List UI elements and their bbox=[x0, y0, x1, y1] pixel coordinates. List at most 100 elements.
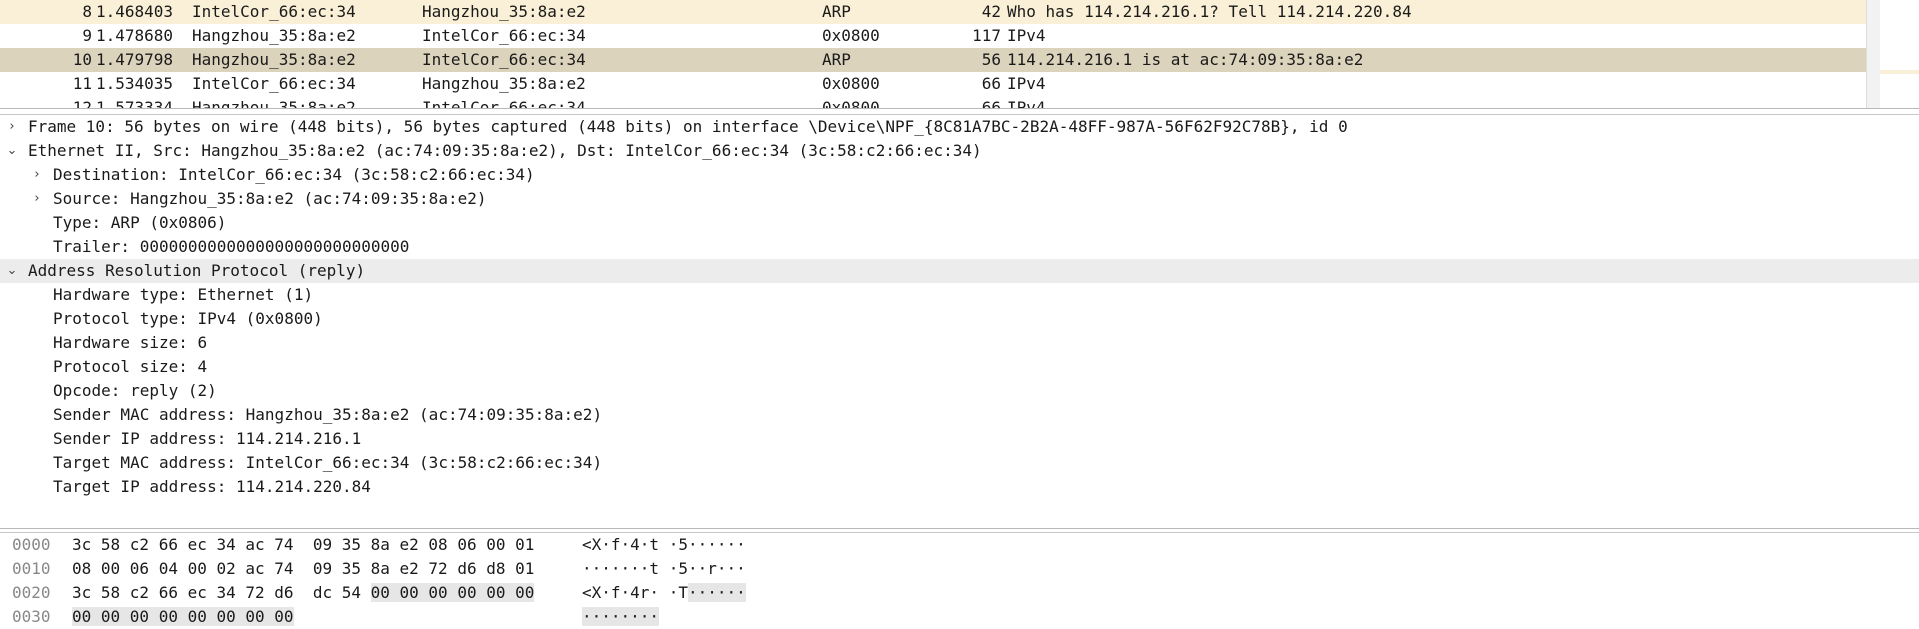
tree-item-label: Protocol size: 4 bbox=[53, 357, 208, 376]
chevron-right-icon[interactable]: › bbox=[29, 163, 45, 187]
packet-list-rows: 8 1.468403 IntelCor_66:ec:34 Hangzhou_35:8a… bbox=[0, 0, 1866, 109]
packet-row[interactable]: 11 1.534035 IntelCor_66:ec:34 Hangzhou_35:8… bbox=[0, 72, 1866, 96]
bytes-offset: 0030 bbox=[12, 607, 51, 626]
tree-item-label: Ethernet II, Src: Hangzhou_35:8a:e2 (ac:… bbox=[28, 141, 982, 160]
packet-number: 11 bbox=[72, 74, 92, 93]
tree-item-label: Sender IP address: 114.214.216.1 bbox=[53, 429, 362, 448]
packet-info: IPv4 bbox=[1007, 98, 1046, 109]
bytes-ascii-highlight: ········ bbox=[582, 607, 660, 626]
packet-destination: IntelCor_66:ec:34 bbox=[422, 98, 586, 109]
tree-item-label: Hardware type: Ethernet (1) bbox=[53, 285, 314, 304]
packet-number: 12 bbox=[72, 98, 92, 109]
packet-bytes-pane[interactable]: 0000 3c 58 c2 66 ec 34 ac 74 09 35 8a e2 … bbox=[0, 532, 1919, 629]
packet-source: IntelCor_66:ec:34 bbox=[192, 2, 356, 21]
tree-item[interactable]: › Source: Hangzhou_35:8a:e2 (ac:74:09:35:… bbox=[0, 187, 1919, 211]
packet-length: 117 bbox=[972, 26, 1001, 45]
bytes-row: 0030 00 00 00 00 00 00 00 00 ········ bbox=[0, 605, 1919, 629]
tree-item[interactable]: ⌄ Ethernet II, Src: Hangzhou_35:8a:e2 (ac… bbox=[0, 139, 1919, 163]
packet-row[interactable]: 12 1.573334 Hangzhou_35:8a:e2 IntelCor_66:e… bbox=[0, 96, 1866, 109]
tree-item-label: Protocol type: IPv4 (0x0800) bbox=[53, 309, 323, 328]
bytes-hex-highlight: 00 00 00 00 00 00 bbox=[370, 583, 535, 602]
packet-number: 8 bbox=[82, 2, 92, 21]
tree-item-label: Target MAC address: IntelCor_66:ec:34 (3… bbox=[53, 453, 603, 472]
bytes-ascii-part: ·······t ·5··r··· bbox=[582, 559, 746, 578]
packet-protocol: ARP bbox=[822, 2, 851, 21]
packet-protocol: 0x0800 bbox=[822, 74, 880, 93]
packet-source: Hangzhou_35:8a:e2 bbox=[192, 50, 356, 69]
packet-destination: IntelCor_66:ec:34 bbox=[422, 50, 586, 69]
bytes-row: 0020 3c 58 c2 66 ec 34 72 d6 dc 54 00 00 … bbox=[0, 581, 1919, 605]
tree-item-label: Opcode: reply (2) bbox=[53, 381, 217, 400]
tree-item[interactable]: Target MAC address: IntelCor_66:ec:34 (3… bbox=[0, 451, 1919, 475]
tree-item-label: Trailer: 0000000000000000000000000000 bbox=[53, 237, 410, 256]
bytes-hex-part: 08 00 06 04 00 02 ac 74 09 35 8a e2 72 d… bbox=[72, 559, 535, 578]
bytes-ascii-part: <X·f·4·t ·5······ bbox=[582, 535, 746, 554]
packet-info: IPv4 bbox=[1007, 74, 1046, 93]
tree-item[interactable]: Protocol type: IPv4 (0x0800) bbox=[0, 307, 1919, 331]
chevron-right-icon[interactable]: › bbox=[4, 115, 20, 139]
packet-time: 1.478680 bbox=[96, 26, 174, 45]
packet-length: 66 bbox=[981, 98, 1001, 109]
bytes-row: 0000 3c 58 c2 66 ec 34 ac 74 09 35 8a e2 … bbox=[0, 533, 1919, 557]
tree-item[interactable]: Protocol size: 4 bbox=[0, 355, 1919, 379]
bytes-hex[interactable]: 3c 58 c2 66 ec 34 ac 74 09 35 8a e2 08 0… bbox=[72, 533, 534, 557]
bytes-offset: 0000 bbox=[12, 535, 51, 554]
tree-item[interactable]: Hardware type: Ethernet (1) bbox=[0, 283, 1919, 307]
chevron-down-icon[interactable]: ⌄ bbox=[4, 259, 20, 283]
packet-row[interactable]: 10 1.479798 Hangzhou_35:8a:e2 IntelCor_66:e… bbox=[0, 48, 1866, 72]
tree-item[interactable]: ⌄ Address Resolution Protocol (reply) bbox=[0, 259, 1919, 283]
packet-time: 1.479798 bbox=[96, 50, 174, 69]
bytes-hex[interactable]: 3c 58 c2 66 ec 34 72 d6 dc 54 00 00 00 0… bbox=[72, 581, 535, 605]
packet-protocol: 0x0800 bbox=[822, 98, 880, 109]
packet-details-pane[interactable]: › Frame 10: 56 bytes on wire (448 bits), … bbox=[0, 114, 1919, 529]
tree-item[interactable]: Hardware size: 6 bbox=[0, 331, 1919, 355]
tree-item-label: Sender MAC address: Hangzhou_35:8a:e2 (a… bbox=[53, 405, 603, 424]
packet-list-scrollbar[interactable] bbox=[1866, 0, 1880, 108]
packet-destination: Hangzhou_35:8a:e2 bbox=[422, 74, 586, 93]
packet-time: 1.573334 bbox=[96, 98, 174, 109]
tree-item[interactable]: Target IP address: 114.214.220.84 bbox=[0, 475, 1919, 499]
bytes-hex-part: 3c 58 c2 66 ec 34 72 d6 dc 54 bbox=[72, 583, 371, 602]
tree-item[interactable]: › Frame 10: 56 bytes on wire (448 bits), … bbox=[0, 115, 1919, 139]
packet-length: 56 bbox=[981, 50, 1001, 69]
tree-item[interactable]: Sender IP address: 114.214.216.1 bbox=[0, 427, 1919, 451]
chevron-down-icon[interactable]: ⌄ bbox=[4, 139, 20, 163]
packet-destination: Hangzhou_35:8a:e2 bbox=[422, 2, 586, 21]
bytes-ascii[interactable]: ·······t ·5··r··· bbox=[582, 557, 746, 581]
bytes-hex-part: 3c 58 c2 66 ec 34 ac 74 09 35 8a e2 08 0… bbox=[72, 535, 535, 554]
bytes-hex-highlight: 00 00 00 00 00 00 00 00 bbox=[72, 607, 294, 626]
tree-item-label: Type: ARP (0x0806) bbox=[53, 213, 227, 232]
tree-item-label: Address Resolution Protocol (reply) bbox=[28, 261, 366, 280]
bytes-ascii-part: <X·f·4r· ·T bbox=[582, 583, 688, 602]
packet-length: 42 bbox=[981, 2, 1001, 21]
tree-item[interactable]: Sender MAC address: Hangzhou_35:8a:e2 (a… bbox=[0, 403, 1919, 427]
packet-protocol: 0x0800 bbox=[822, 26, 880, 45]
tree-item-label: Destination: IntelCor_66:ec:34 (3c:58:c2… bbox=[53, 165, 535, 184]
packet-info: 114.214.216.1 is at ac:74:09:35:8a:e2 bbox=[1007, 50, 1364, 69]
tree-item[interactable]: Trailer: 0000000000000000000000000000 bbox=[0, 235, 1919, 259]
tree-item-label: Source: Hangzhou_35:8a:e2 (ac:74:09:35:8… bbox=[53, 189, 487, 208]
bytes-ascii[interactable]: <X·f·4·t ·5······ bbox=[582, 533, 746, 557]
packet-time: 1.468403 bbox=[96, 2, 174, 21]
bytes-hex[interactable]: 08 00 06 04 00 02 ac 74 09 35 8a e2 72 d… bbox=[72, 557, 534, 581]
tree-item[interactable]: › Destination: IntelCor_66:ec:34 (3c:58:c… bbox=[0, 163, 1919, 187]
bytes-offset: 0010 bbox=[12, 559, 51, 578]
bytes-row: 0010 08 00 06 04 00 02 ac 74 09 35 8a e2 … bbox=[0, 557, 1919, 581]
packet-list-minimap-marker bbox=[1880, 70, 1919, 74]
chevron-right-icon[interactable]: › bbox=[29, 187, 45, 211]
tree-item-label: Frame 10: 56 bytes on wire (448 bits), 5… bbox=[28, 117, 1348, 136]
packet-row[interactable]: 8 1.468403 IntelCor_66:ec:34 Hangzhou_35:8a… bbox=[0, 0, 1866, 24]
packet-info: Who has 114.214.216.1? Tell 114.214.220.… bbox=[1007, 2, 1412, 21]
tree-item[interactable]: Opcode: reply (2) bbox=[0, 379, 1919, 403]
packet-list[interactable]: 8 1.468403 IntelCor_66:ec:34 Hangzhou_35:8a… bbox=[0, 0, 1919, 109]
packet-info: IPv4 bbox=[1007, 26, 1046, 45]
packet-row[interactable]: 9 1.478680 Hangzhou_35:8a:e2 IntelCor_66:ec… bbox=[0, 24, 1866, 48]
packet-source: Hangzhou_35:8a:e2 bbox=[192, 26, 356, 45]
bytes-ascii[interactable]: ········ bbox=[582, 605, 660, 629]
tree-item[interactable]: Type: ARP (0x0806) bbox=[0, 211, 1919, 235]
packet-time: 1.534035 bbox=[96, 74, 174, 93]
packet-number: 10 bbox=[72, 50, 92, 69]
bytes-hex[interactable]: 00 00 00 00 00 00 00 00 bbox=[72, 605, 294, 629]
tree-item-label: Hardware size: 6 bbox=[53, 333, 208, 352]
bytes-ascii[interactable]: <X·f·4r· ·T······ bbox=[582, 581, 746, 605]
